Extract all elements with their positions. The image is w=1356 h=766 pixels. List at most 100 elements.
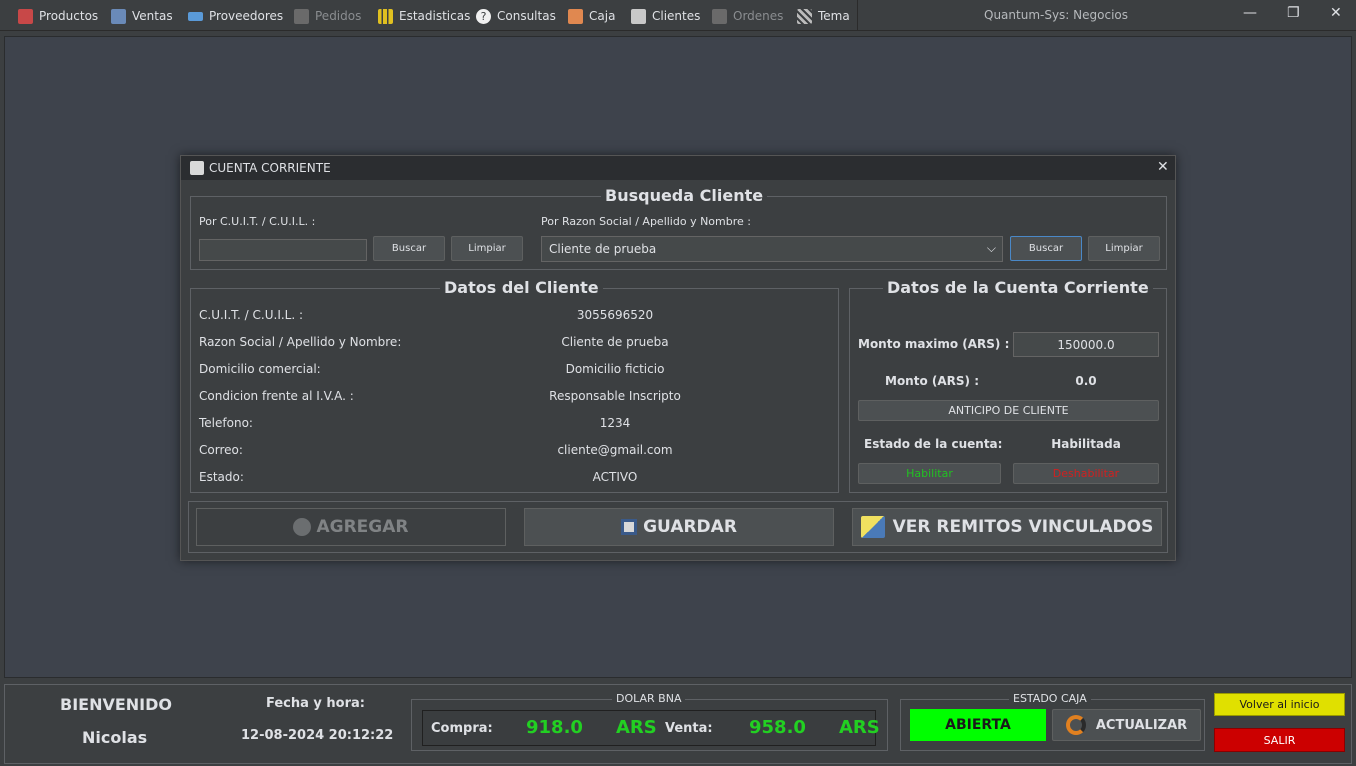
dollar-group: DOLAR BNA Compra: 918.0 ARS Venta: 958.0… [411, 692, 888, 751]
floppy-icon [621, 519, 638, 535]
stats-icon [378, 8, 393, 24]
save-button[interactable]: GUARDAR [524, 508, 834, 546]
client-row-value: Cliente de prueba [561, 335, 669, 349]
dollar-group-title: DOLAR BNA [612, 692, 686, 705]
menu-caja[interactable]: Caja [568, 7, 615, 25]
dialog-title: CUENTA CORRIENTE [209, 161, 331, 175]
clear-name-button[interactable]: Limpiar [1088, 236, 1160, 261]
datetime-value: 12-08-2024 20:12:22 [241, 728, 394, 743]
account-group-title: Datos de la Cuenta Corriente [883, 278, 1153, 297]
minimize-icon[interactable]: — [1243, 5, 1257, 21]
menu-clientes[interactable]: Clientes [631, 7, 700, 25]
client-row-value: 1234 [599, 416, 631, 430]
menu-label: Estadisticas [399, 9, 471, 23]
buy-currency: ARS [616, 717, 657, 738]
add-label: AGREGAR [316, 517, 409, 537]
account-state-value: Habilitada [1051, 437, 1121, 451]
user-name: Nicolas [82, 728, 148, 747]
restore-icon[interactable]: ❐ [1287, 5, 1300, 21]
status-panel: BIENVENIDO Nicolas Fecha y hora: 12-08-2… [4, 684, 1352, 764]
search-group-title: Busqueda Cliente [601, 186, 768, 205]
welcome-label: BIENVENIDO [60, 695, 173, 714]
documents-icon [860, 516, 885, 538]
menu-label: Clientes [652, 9, 701, 23]
cash-state-indicator: ABIERTA [910, 709, 1046, 741]
add-button[interactable]: AGREGAR [196, 508, 506, 546]
client-row-label: Razon Social / Apellido y Nombre: [199, 335, 402, 349]
chevron-down-icon: ⌵ [986, 241, 996, 255]
client-data-group: Datos del Cliente C.U.I.T. / C.U.I.L. : … [190, 278, 839, 493]
menu-ordenes[interactable]: Ordenes [712, 7, 783, 25]
client-row-value: Responsable Inscripto [549, 389, 681, 403]
menu-label: Tema [818, 9, 850, 23]
buy-value: 918.0 [526, 717, 583, 738]
max-amount-field[interactable]: 150000.0 [1013, 332, 1159, 357]
buy-label: Compra: [431, 721, 493, 736]
close-icon[interactable]: ✕ [1330, 5, 1342, 21]
refresh-icon [1065, 715, 1086, 735]
refresh-button[interactable]: ACTUALIZAR [1052, 709, 1201, 741]
menu-productos[interactable]: Productos [18, 7, 98, 25]
menu-label: Consultas [497, 9, 556, 23]
cash-group: ESTADO CAJA ABIERTA ACTUALIZAR [900, 692, 1205, 751]
menu-consultas[interactable]: ? Consultas [476, 7, 556, 25]
advance-button[interactable]: ANTICIPO DE CLIENTE [858, 400, 1159, 421]
client-row-value: cliente@gmail.com [557, 443, 673, 457]
suppliers-icon [188, 11, 203, 21]
dialog-close-icon[interactable]: ✕ [1157, 159, 1169, 175]
menu-label: Ventas [132, 9, 173, 23]
account-state-label: Estado de la cuenta: [864, 437, 1003, 451]
cuit-input[interactable] [199, 239, 367, 261]
theme-icon [797, 8, 812, 24]
client-row-label: Telefono: [199, 416, 253, 430]
max-amount-label: Monto maximo (ARS) : [858, 337, 1010, 351]
menu-tema[interactable]: Tema [797, 7, 850, 25]
menu-label: Ordenes [733, 9, 784, 23]
client-row-label: Domicilio comercial: [199, 362, 321, 376]
menu-bar: Productos Ventas Proveedores Pedidos Est… [0, 0, 1356, 31]
menu-ventas[interactable]: Ventas [111, 7, 173, 25]
combo-selected-value: Cliente de prueba [549, 242, 657, 256]
cuenta-corriente-dialog: CUENTA CORRIENTE ✕ Busqueda Cliente Por … [180, 155, 1176, 561]
menu-estadisticas[interactable]: Estadisticas [378, 7, 470, 25]
enable-button[interactable]: Habilitar [858, 463, 1001, 484]
actions-group: AGREGAR GUARDAR VER REMITOS VINCULADOS [188, 501, 1168, 553]
name-label: Por Razon Social / Apellido y Nombre : [541, 215, 751, 228]
products-icon [18, 8, 33, 24]
search-cuit-button[interactable]: Buscar [373, 236, 445, 261]
sell-value: 958.0 [749, 717, 806, 738]
linked-remitos-button[interactable]: VER REMITOS VINCULADOS [852, 508, 1162, 546]
menu-pedidos[interactable]: Pedidos [294, 7, 361, 25]
dialog-titlebar[interactable]: CUENTA CORRIENTE ✕ [181, 156, 1175, 180]
save-label: GUARDAR [643, 517, 737, 537]
add-icon [293, 518, 312, 536]
sales-icon [111, 8, 126, 24]
dollar-panel: Compra: 918.0 ARS Venta: 958.0 ARS [422, 710, 880, 746]
client-group-title: Datos del Cliente [440, 278, 603, 297]
search-name-button[interactable]: Buscar [1010, 236, 1082, 261]
client-row-value: Domicilio ficticio [565, 362, 665, 376]
client-row-value: 3055696520 [576, 308, 654, 322]
client-name-combo[interactable]: Cliente de prueba ⌵ [541, 236, 1003, 262]
sell-label: Venta: [665, 721, 713, 736]
client-row-label: Condicion frente al I.V.A. : [199, 389, 354, 403]
menu-label: Productos [39, 9, 99, 23]
sell-currency: ARS [839, 717, 880, 738]
datetime-label: Fecha y hora: [266, 696, 365, 711]
client-row-label: C.U.I.T. / C.U.I.L. : [199, 308, 304, 322]
client-row-value: ACTIVO [592, 470, 638, 484]
menu-proveedores[interactable]: Proveedores [188, 7, 283, 25]
account-data-group: Datos de la Cuenta Corriente Monto maxim… [849, 278, 1167, 493]
exit-button[interactable]: SALIR [1214, 728, 1345, 752]
home-button[interactable]: Volver al inicio [1214, 693, 1345, 716]
amount-value: 0.0 [1075, 374, 1097, 388]
amount-label: Monto (ARS) : [885, 374, 980, 388]
clear-cuit-button[interactable]: Limpiar [451, 236, 523, 261]
remitos-label: VER REMITOS VINCULADOS [892, 517, 1154, 537]
menu-divider [857, 0, 858, 30]
window-title: Quantum-Sys: Negocios [984, 8, 1129, 22]
help-icon: ? [476, 8, 491, 24]
client-row-label: Estado: [199, 470, 244, 484]
disable-button[interactable]: Deshabilitar [1013, 463, 1159, 484]
ordenes-icon [712, 8, 727, 24]
